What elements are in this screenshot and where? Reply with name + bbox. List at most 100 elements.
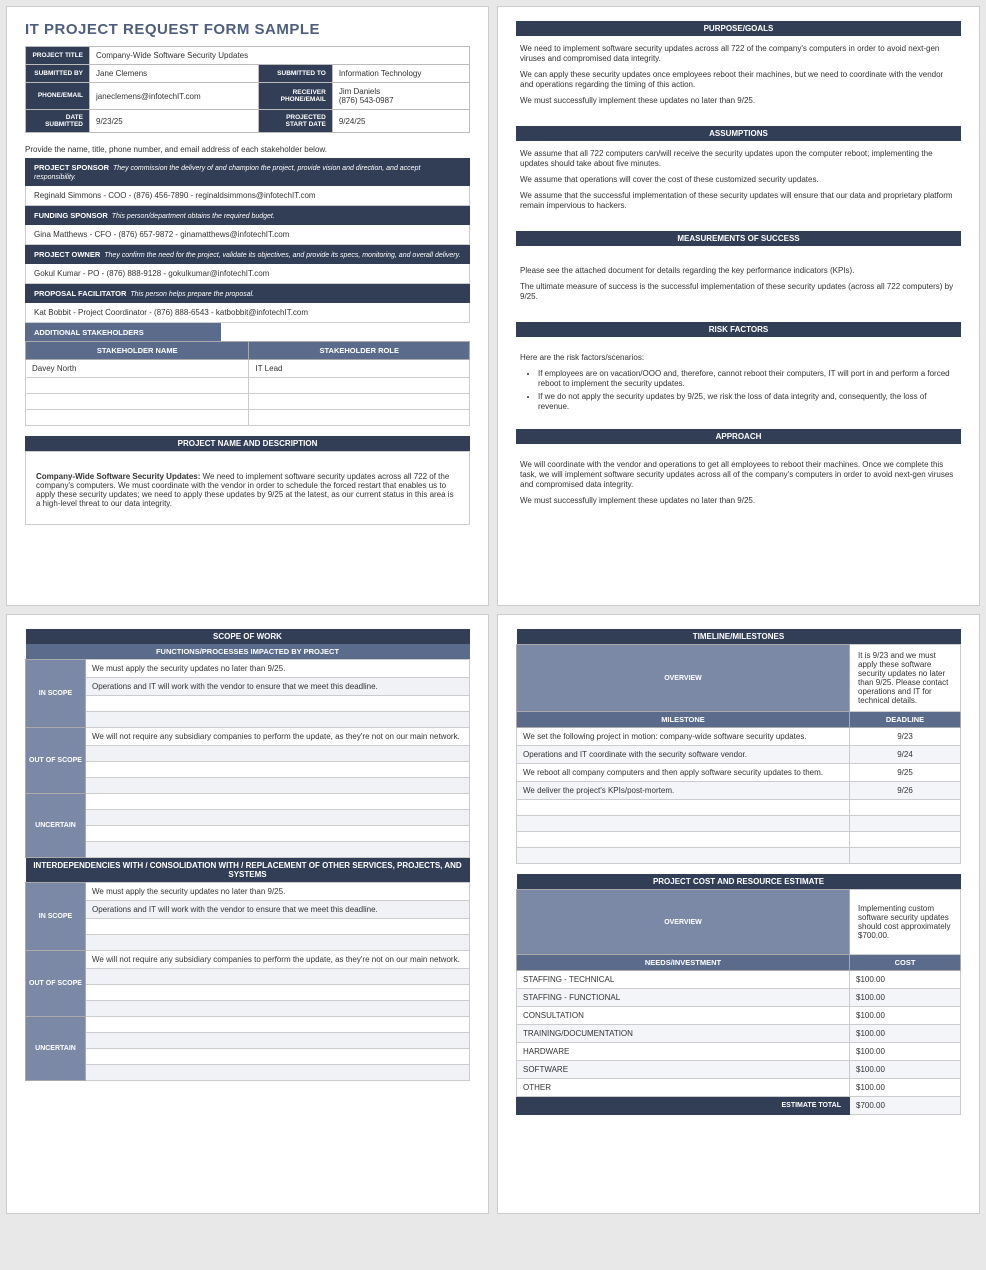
scope-cell: We will not require any subsidiary compa… (86, 728, 470, 746)
project-desc-label: PROJECT NAME AND DESCRIPTION (25, 436, 470, 451)
milestone-cell: We set the following project in motion: … (517, 728, 850, 746)
needs-cell: OTHER (517, 1079, 850, 1097)
risk-bullet: If employees are on vacation/OOO and, th… (538, 369, 957, 389)
cost-col: COST (850, 955, 961, 971)
scope-cell (86, 778, 470, 794)
deadline-cell (850, 848, 961, 864)
proposal-facilitator-desc: This person helps prepare the proposal. (130, 291, 254, 298)
scope-cell (86, 762, 470, 778)
timeline-overview-label: OVERVIEW (517, 645, 850, 712)
cost-table: PROJECT COST AND RESOURCE ESTIMATE OVERV… (516, 874, 961, 1115)
deadline-cell: 9/23 (850, 728, 961, 746)
risk-bullet: If we do not apply the security updates … (538, 392, 957, 412)
stakeholder-name: Davey North (26, 360, 249, 378)
needs-cell: TRAINING/DOCUMENTATION (517, 1025, 850, 1043)
deadline-col: DEADLINE (850, 712, 961, 728)
project-owner-label: PROJECT OWNER (34, 250, 100, 259)
scope-cell: Operations and IT will work with the ven… (86, 901, 470, 919)
needs-cell: HARDWARE (517, 1043, 850, 1061)
needs-col: NEEDS/INVESTMENT (517, 955, 850, 971)
scope-cell (86, 810, 470, 826)
scope-sub1: FUNCTIONS/PROCESSES IMPACTED BY PROJECT (26, 644, 470, 660)
value-project-title: Company-Wide Software Security Updates (90, 47, 470, 65)
label-submitted-to: SUBMITTED TO (258, 65, 332, 83)
proposal-facilitator-label: PROPOSAL FACILITATOR (34, 289, 126, 298)
assumptions-p3: We assume that the successful implementa… (520, 191, 957, 211)
funding-sponsor-band: FUNDING SPONSOR This person/department ob… (25, 206, 470, 225)
success-p2: The ultimate measure of success is the s… (520, 282, 957, 302)
milestone-cell (517, 800, 850, 816)
uncertain-label-2: UNCERTAIN (26, 1017, 86, 1081)
project-desc-box: Company-Wide Software Security Updates: … (25, 451, 470, 525)
needs-cell: STAFFING - TECHNICAL (517, 971, 850, 989)
in-scope-label: IN SCOPE (26, 660, 86, 728)
scope-sub2: INTERDEPENDENCIES WITH / CONSOLIDATION W… (26, 858, 470, 883)
estimate-total-label: ESTIMATE TOTAL (517, 1097, 850, 1115)
header-table: PROJECT TITLE Company-Wide Software Secu… (25, 46, 470, 133)
scope-cell (86, 842, 470, 858)
risk-section: RISK FACTORS Here are the risk factors/s… (516, 322, 961, 419)
assumptions-section: ASSUMPTIONS We assume that all 722 compu… (516, 126, 961, 221)
out-scope-label-2: OUT OF SCOPE (26, 951, 86, 1017)
success-p1: Please see the attached document for det… (520, 266, 957, 276)
cost-cell: $100.00 (850, 1079, 961, 1097)
funding-sponsor-desc: This person/department obtains the requi… (112, 213, 275, 220)
scope-cell (86, 826, 470, 842)
purpose-p1: We need to implement software security u… (520, 44, 957, 64)
stakeholder-name (26, 394, 249, 410)
success-section: MEASUREMENTS OF SUCCESS Please see the a… (516, 231, 961, 312)
project-owner-band: PROJECT OWNER They confirm the need for t… (25, 245, 470, 264)
cost-cell: $100.00 (850, 1043, 961, 1061)
funding-sponsor-label: FUNDING SPONSOR (34, 211, 108, 220)
cost-cell: $100.00 (850, 971, 961, 989)
value-receiver: Jim Daniels (876) 543-0987 (332, 83, 469, 110)
project-owner-value: Gokul Kumar - PO - (876) 888-9128 - goku… (25, 264, 470, 284)
stakeholder-role-col: STAKEHOLDER ROLE (249, 342, 470, 360)
purpose-p3: We must successfully implement these upd… (520, 96, 957, 106)
milestone-cell (517, 848, 850, 864)
purpose-label: PURPOSE/GOALS (516, 21, 961, 36)
scope-cell (86, 985, 470, 1001)
needs-cell: SOFTWARE (517, 1061, 850, 1079)
scope-cell: We will not require any subsidiary compa… (86, 951, 470, 969)
form-title: IT PROJECT REQUEST FORM SAMPLE (25, 21, 470, 38)
milestone-col: MILESTONE (517, 712, 850, 728)
scope-cell: Operations and IT will work with the ven… (86, 678, 470, 696)
risk-intro: Here are the risk factors/scenarios: (520, 353, 957, 363)
project-owner-desc: They confirm the need for the project, v… (104, 252, 460, 259)
scope-cell (86, 1033, 470, 1049)
cost-cell: $100.00 (850, 989, 961, 1007)
stakeholder-role (249, 394, 470, 410)
scope-table: SCOPE OF WORK FUNCTIONS/PROCESSES IMPACT… (25, 629, 470, 1081)
needs-cell: CONSULTATION (517, 1007, 850, 1025)
scope-cell: We must apply the security updates no la… (86, 660, 470, 678)
deadline-cell (850, 832, 961, 848)
needs-cell: STAFFING - FUNCTIONAL (517, 989, 850, 1007)
cost-cell: $100.00 (850, 1025, 961, 1043)
funding-sponsor-value: Gina Matthews - CFO - (876) 657-9872 - g… (25, 225, 470, 245)
assumptions-p2: We assume that operations will cover the… (520, 175, 957, 185)
page-4: TIMELINE/MILESTONES OVERVIEWIt is 9/23 a… (497, 614, 980, 1214)
scope-cell (86, 1017, 470, 1033)
scope-cell (86, 1065, 470, 1081)
purpose-p2: We can apply these security updates once… (520, 70, 957, 90)
approach-p2: We must successfully implement these upd… (520, 496, 957, 506)
stakeholder-name (26, 378, 249, 394)
value-date-submitted: 9/23/25 (90, 110, 259, 133)
scope-cell (86, 1049, 470, 1065)
stakeholder-role (249, 378, 470, 394)
stakeholder-note: Provide the name, title, phone number, a… (25, 145, 470, 154)
page-2: PURPOSE/GOALS We need to implement softw… (497, 6, 980, 606)
in-scope-label-2: IN SCOPE (26, 883, 86, 951)
cost-cell: $100.00 (850, 1007, 961, 1025)
milestone-cell (517, 832, 850, 848)
stakeholder-role: IT Lead (249, 360, 470, 378)
uncertain-label: UNCERTAIN (26, 794, 86, 858)
deadline-cell: 9/26 (850, 782, 961, 800)
scope-cell (86, 919, 470, 935)
scope-cell (86, 746, 470, 762)
stakeholder-role (249, 410, 470, 426)
stakeholder-name (26, 410, 249, 426)
label-phone-email: PHONE/EMAIL (26, 83, 90, 110)
value-submitted-by: Jane Clemens (90, 65, 259, 83)
